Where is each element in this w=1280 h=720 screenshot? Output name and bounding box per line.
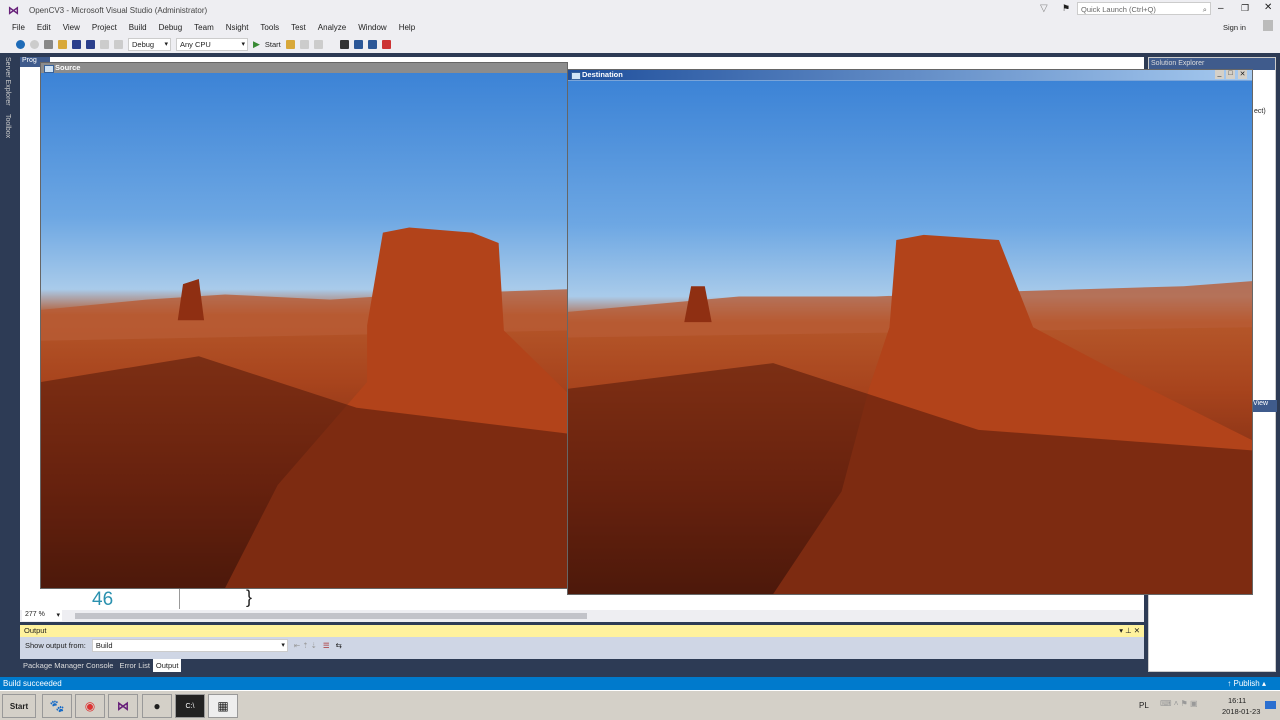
minimize-button[interactable]: ‒ — [1218, 3, 1224, 14]
status-text: Build succeeded — [3, 679, 62, 688]
save-icon[interactable] — [72, 39, 81, 49]
tray-icons[interactable]: ⌨ ˄ ⚑ ▣ — [1160, 699, 1198, 708]
configuration-select[interactable]: Debug — [128, 37, 171, 51]
output-panel: Output ▾ ⊥ ✕ Show output from: Build ⇤ ⇡ … — [20, 625, 1144, 672]
word-wrap-icon[interactable]: ⇆ — [336, 641, 342, 650]
prev-bookmark-icon[interactable] — [353, 39, 363, 49]
notification-filter-icon[interactable]: ▽ — [1040, 3, 1048, 14]
menu-window[interactable]: Window — [352, 23, 392, 32]
search-icon: ⌕ — [1202, 5, 1207, 14]
close-icon[interactable]: ✕ — [1238, 70, 1247, 79]
start-button[interactable]: Start — [2, 694, 36, 718]
tab-package-manager-console[interactable]: Package Manager Console — [20, 659, 116, 672]
menu-project[interactable]: Project — [86, 23, 123, 32]
restore-button[interactable]: ❐ — [1241, 3, 1249, 14]
output-header: Output ▾ ⊥ ✕ — [20, 625, 1144, 637]
menu-team[interactable]: Team — [188, 23, 220, 32]
class-view-tab[interactable]: View — [1249, 400, 1277, 412]
back-icon[interactable] — [16, 39, 25, 49]
feedback-icon[interactable]: ⚑ — [1062, 3, 1070, 14]
publish-label: Publish — [1233, 679, 1260, 688]
quick-launch-placeholder: Quick Launch (Ctrl+Q) — [1081, 5, 1156, 14]
undo-icon[interactable] — [100, 39, 109, 49]
language-indicator[interactable]: PL — [1139, 701, 1149, 710]
redo-icon[interactable] — [114, 39, 123, 49]
menu-test[interactable]: Test — [285, 23, 312, 32]
account-avatar-icon[interactable] — [1263, 20, 1273, 31]
solution-explorer-text: ect) — [1254, 108, 1266, 115]
start-play-icon[interactable]: ▶ — [253, 39, 260, 50]
menu-debug[interactable]: Debug — [153, 23, 189, 32]
taskbar: Start 🐾 ◉ ⋈ ● C:\ ▦ PL ⌨ ˄ ⚑ ▣ 16:11 201… — [0, 690, 1280, 720]
menu-help[interactable]: Help — [393, 23, 421, 32]
close-button[interactable]: ✕ — [1264, 2, 1272, 13]
menu-nsight[interactable]: Nsight — [220, 23, 255, 32]
window-title: OpenCV3 - Microsoft Visual Studio (Admin… — [29, 6, 208, 15]
start-button[interactable]: Start — [265, 40, 281, 49]
menu-edit[interactable]: Edit — [31, 23, 57, 32]
next-bookmark-icon[interactable] — [367, 39, 377, 49]
editor-scroll-row: 277 % — [20, 610, 1144, 622]
toolbox-tab[interactable]: Toolbox — [4, 114, 11, 138]
platform-select[interactable]: Any CPU — [176, 37, 248, 51]
destination-window-title: Destination — [568, 70, 1252, 80]
maximize-icon[interactable]: □ — [1226, 70, 1235, 79]
start-label: Start — [9, 701, 29, 711]
sign-in-link[interactable]: Sign in — [1223, 23, 1246, 32]
forward-icon[interactable] — [30, 39, 39, 49]
open-file-icon[interactable] — [58, 39, 67, 49]
gimp-icon[interactable]: 🐾 — [42, 694, 72, 718]
publish-button[interactable]: ↑ Publish ▴ — [1227, 677, 1266, 690]
line-number: 46 — [92, 589, 114, 610]
chrome-icon[interactable]: ◉ — [75, 694, 105, 718]
side-tabs: Server Explorer Toolbox — [4, 57, 11, 138]
show-output-label: Show output from: — [25, 640, 86, 650]
console-icon[interactable]: C:\ — [175, 694, 205, 718]
show-output-select[interactable]: Build — [91, 638, 288, 652]
opencv-window-icon[interactable]: ▦ — [208, 694, 238, 718]
clock-date[interactable]: 2018-01-23 — [1222, 707, 1260, 716]
clock-time[interactable]: 16:11 — [1228, 696, 1246, 705]
new-project-icon[interactable] — [44, 39, 53, 49]
title-bar: ⋈ OpenCV3 - Microsoft Visual Studio (Adm… — [0, 0, 1280, 20]
close-output-icon[interactable]: ▾ ⊥ ✕ — [1119, 625, 1140, 637]
bookmark-icon[interactable] — [339, 39, 349, 49]
comment-icon[interactable] — [313, 39, 323, 49]
visual-studio-icon[interactable]: ⋈ — [108, 694, 138, 718]
indent-icon[interactable] — [299, 39, 309, 49]
menu-analyze[interactable]: Analyze — [312, 23, 352, 32]
server-explorer-tab[interactable]: Server Explorer — [4, 57, 11, 106]
source-window[interactable]: Source — [40, 62, 568, 589]
save-all-icon[interactable] — [86, 39, 95, 49]
output-nav-icons[interactable]: ⇤ ⇡ ⇣ — [294, 641, 317, 650]
clear-bookmarks-icon[interactable] — [381, 39, 391, 49]
tab-output[interactable]: Output — [152, 659, 182, 672]
menu-build[interactable]: Build — [123, 23, 153, 32]
menu-tools[interactable]: Tools — [254, 23, 285, 32]
source-image — [41, 73, 567, 588]
menu-bar: File Edit View Project Build Debug Team … — [0, 20, 1280, 35]
visual-studio-logo-icon: ⋈ — [8, 5, 19, 17]
minimize-icon[interactable]: _ — [1215, 70, 1224, 79]
quick-launch-input[interactable]: Quick Launch (Ctrl+Q) ⌕ — [1077, 2, 1211, 15]
status-bar: Build succeeded ↑ Publish ▴ — [0, 677, 1280, 690]
find-icon[interactable] — [285, 39, 295, 49]
toolbar: Debug Any CPU ▶ Start — [0, 35, 1280, 53]
menu-file[interactable]: File — [6, 23, 31, 32]
horizontal-scrollbar[interactable] — [75, 613, 587, 619]
destination-window[interactable]: Destination _ □ ✕ — [567, 69, 1253, 595]
output-title: Output — [24, 626, 47, 635]
code-brace: } — [246, 587, 253, 607]
tab-error-list[interactable]: Error List — [116, 659, 152, 672]
clear-all-icon[interactable]: ☰ — [323, 641, 330, 650]
bottom-tabs: Package Manager Console Error List Outpu… — [20, 659, 1144, 672]
destination-image — [568, 81, 1252, 594]
source-window-title: Source — [41, 63, 567, 73]
zoom-select[interactable]: 277 % — [22, 610, 62, 621]
menu-view[interactable]: View — [57, 23, 86, 32]
obs-icon[interactable]: ● — [142, 694, 172, 718]
show-desktop-icon[interactable] — [1265, 701, 1276, 709]
margin-divider — [179, 587, 180, 609]
